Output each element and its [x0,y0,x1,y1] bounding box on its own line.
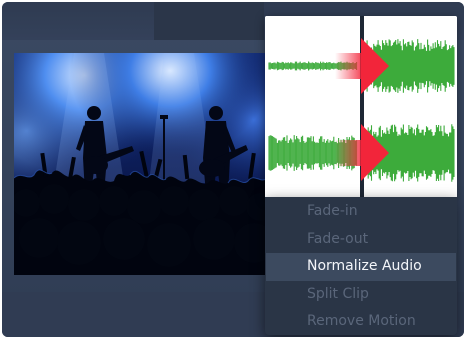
context-menu: Fade-in Fade-out Normalize Audio Split C… [265,197,457,335]
menu-item-fade-out[interactable]: Fade-out [265,226,457,254]
waveform-panel [265,16,457,198]
menu-item-fade-in[interactable]: Fade-in [265,198,457,226]
menu-item-normalize-audio[interactable]: Normalize Audio [266,253,456,281]
toolbar-tab [154,2,264,40]
waveform-comparison [265,16,457,198]
menu-item-remove-motion[interactable]: Remove Motion [265,308,457,336]
editor-window: Fade-in Fade-out Normalize Audio Split C… [2,2,464,337]
video-preview[interactable] [14,53,266,275]
menu-item-split-clip[interactable]: Split Clip [265,281,457,309]
concert-image [14,53,266,275]
